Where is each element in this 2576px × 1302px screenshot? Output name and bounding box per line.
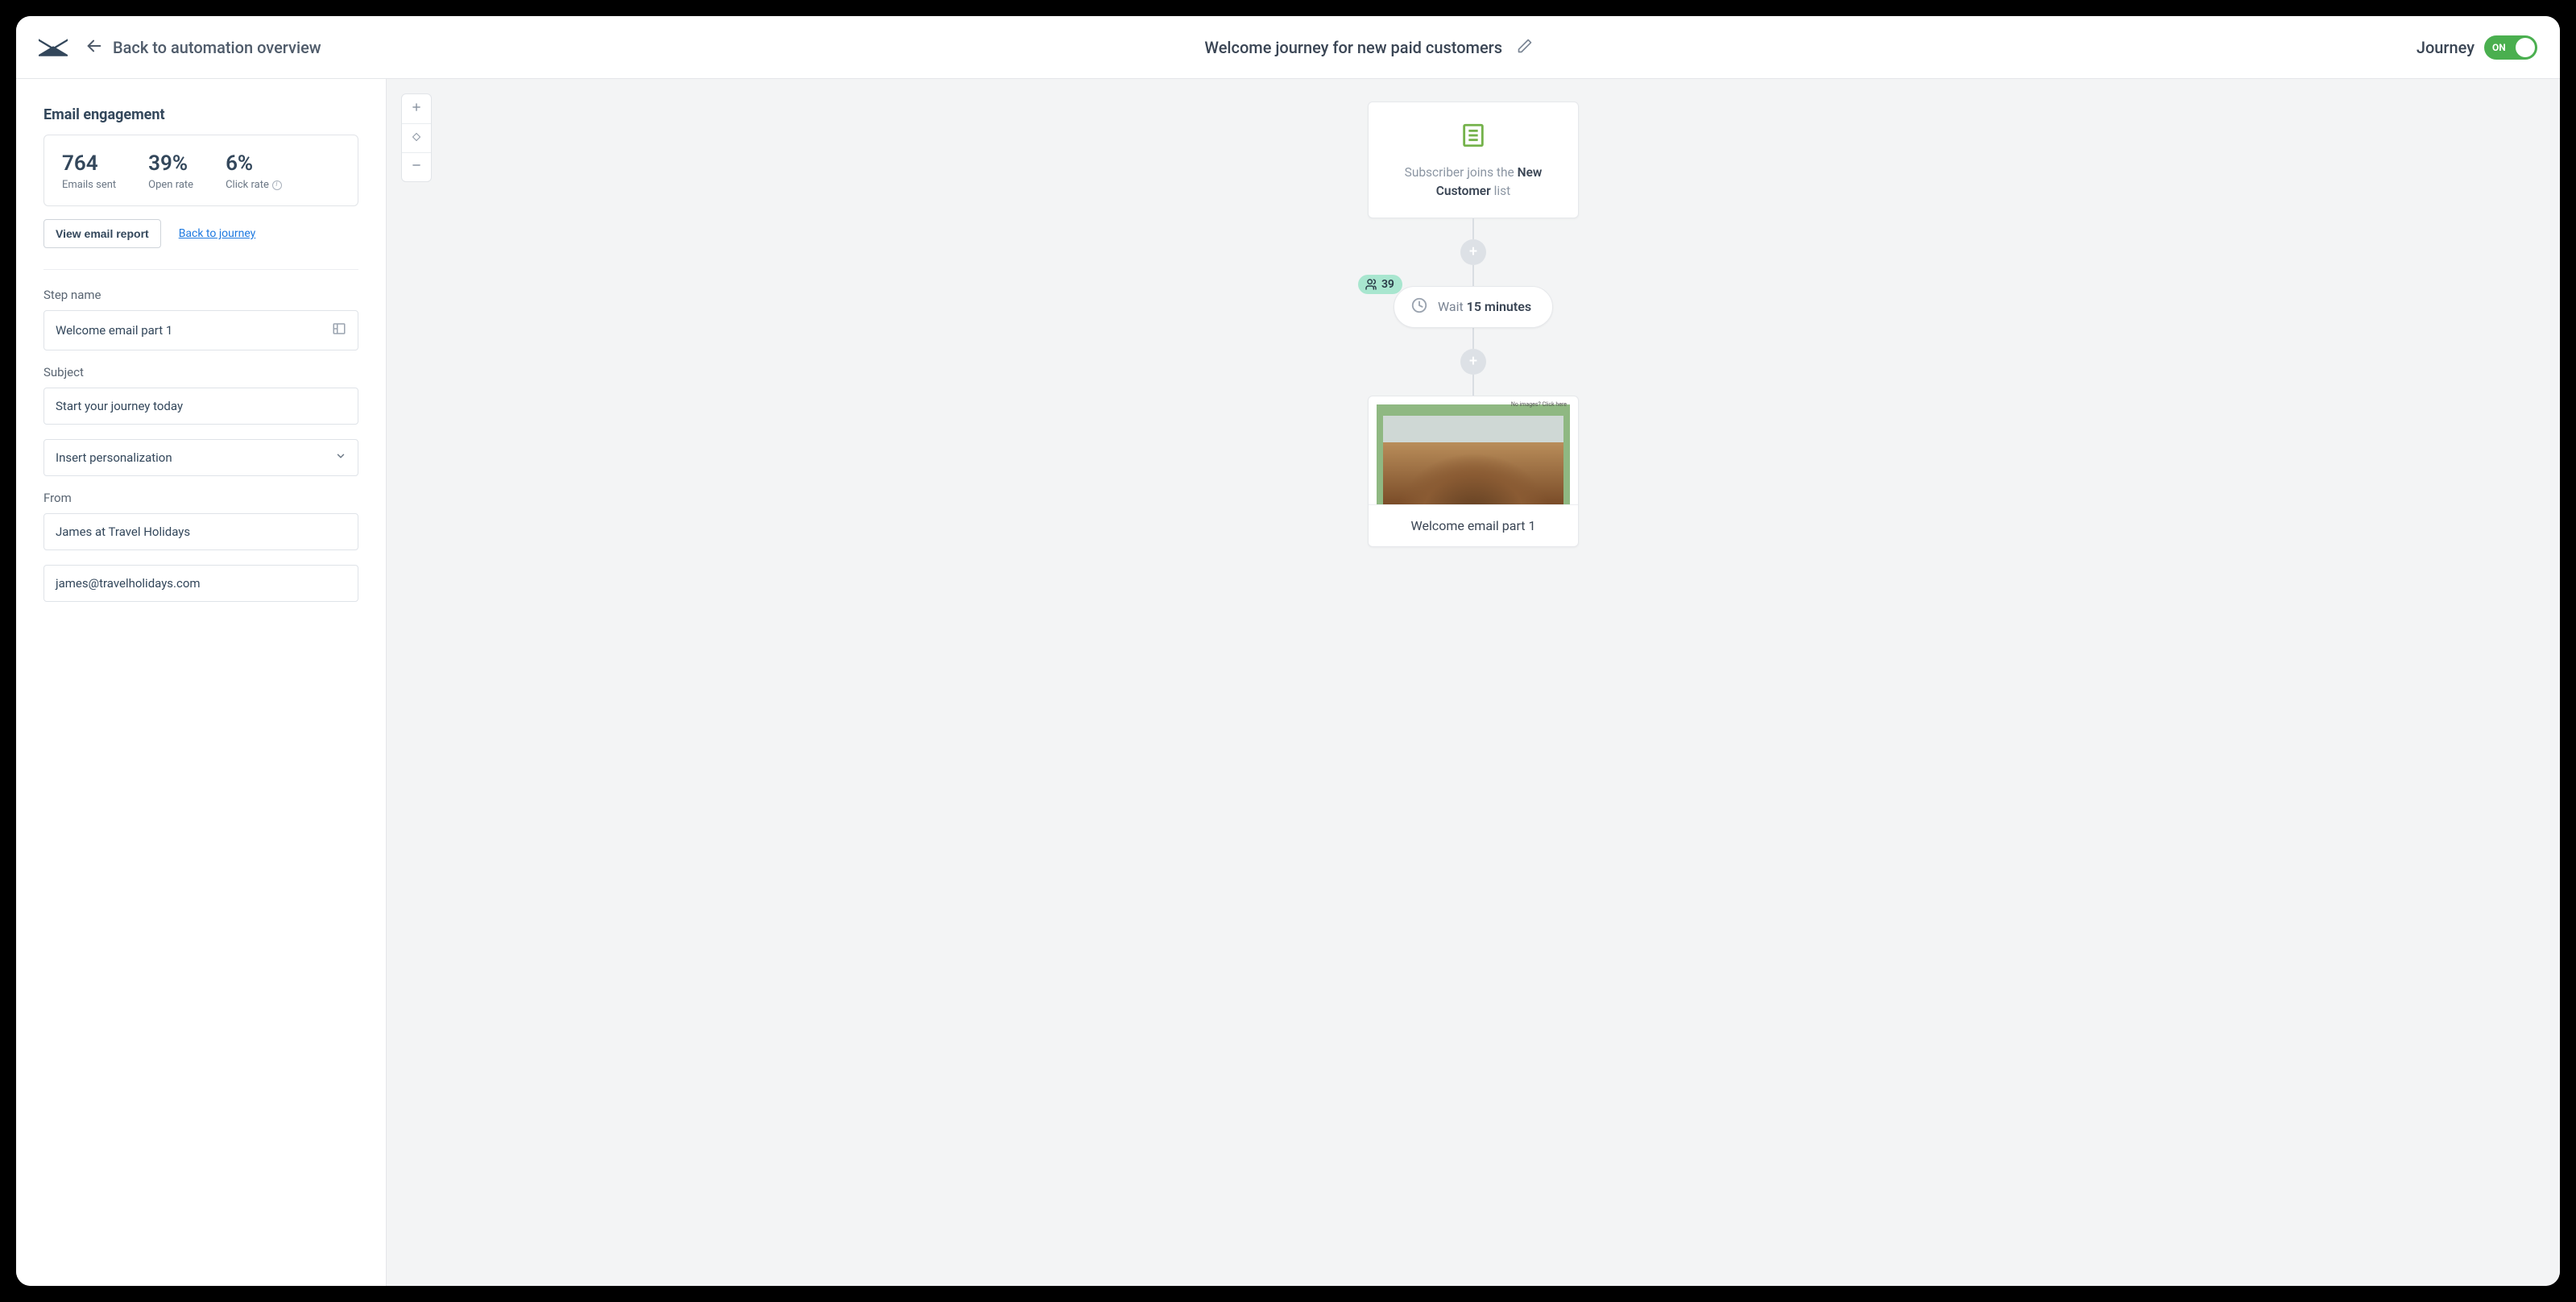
email-thumbnail: No images? Click here: [1369, 396, 1578, 504]
connector: [1472, 328, 1474, 349]
zoom-reset-button[interactable]: [402, 123, 431, 152]
zoom-out-button[interactable]: [402, 152, 431, 181]
input-value: James at Travel Holidays: [56, 525, 190, 539]
divider: [43, 269, 358, 270]
title-group: Welcome journey for new paid customers: [339, 38, 2399, 57]
toggle-knob: [2516, 38, 2535, 57]
input-value: Start your journey today: [56, 399, 183, 413]
app-window: Back to automation overview Welcome jour…: [16, 16, 2560, 1286]
waiting-count-badge[interactable]: 39: [1358, 275, 1402, 294]
trigger-text: Subscriber joins the New Customer list: [1385, 164, 1562, 201]
form-icon: [1460, 122, 1487, 152]
journey-flow: Subscriber joins the New Customer list +…: [1368, 102, 1579, 547]
toggle-state-text: ON: [2492, 42, 2506, 53]
badge-count: 39: [1381, 278, 1394, 291]
top-bar: Back to automation overview Welcome jour…: [16, 16, 2560, 79]
sidebar-panel: Email engagement 764 Emails sent 39% Ope…: [16, 79, 387, 1286]
back-to-journey-link[interactable]: Back to journey: [179, 227, 256, 240]
step-name-label: Step name: [43, 288, 358, 302]
sidebar-section-title: Email engagement: [43, 106, 358, 123]
stat-value: 6%: [226, 151, 282, 176]
input-value: james@travelholidays.com: [56, 576, 201, 591]
subject-label: Subject: [43, 365, 358, 379]
add-step-button[interactable]: +: [1460, 349, 1486, 375]
zoom-controls: [401, 93, 432, 182]
chevron-down-icon: [335, 450, 346, 465]
journey-title: Welcome journey for new paid customers: [1204, 38, 1502, 57]
stat-click-rate: 6% Click rate: [226, 151, 282, 191]
wait-text: Wait 15 minutes: [1438, 299, 1531, 314]
stat-label: Click rate: [226, 179, 282, 191]
brand-logo-icon: [39, 38, 68, 57]
stat-open-rate: 39% Open rate: [148, 151, 193, 191]
add-step-button[interactable]: +: [1460, 239, 1486, 265]
subject-input[interactable]: Start your journey today: [43, 388, 358, 425]
journey-toggle-label: Journey: [2417, 38, 2475, 57]
journey-toggle-group: Journey ON: [2417, 35, 2537, 60]
from-name-input[interactable]: James at Travel Holidays: [43, 513, 358, 550]
stat-value: 39%: [148, 151, 193, 176]
stat-emails-sent: 764 Emails sent: [62, 151, 116, 191]
connector: [1472, 375, 1474, 396]
back-button[interactable]: Back to automation overview: [85, 37, 321, 58]
edit-icon[interactable]: [1517, 38, 1533, 57]
journey-toggle[interactable]: ON: [2484, 35, 2537, 60]
email-node[interactable]: No images? Click here Welcome email part…: [1368, 396, 1579, 547]
insert-personalization-select[interactable]: Insert personalization: [43, 439, 358, 476]
input-value: Welcome email part 1: [56, 323, 172, 338]
from-email-input[interactable]: james@travelholidays.com: [43, 565, 358, 602]
view-email-report-button[interactable]: View email report: [43, 219, 161, 248]
select-value: Insert personalization: [56, 450, 172, 465]
back-label: Back to automation overview: [113, 38, 321, 57]
layout-icon: [332, 321, 346, 339]
clock-icon: [1410, 296, 1428, 317]
connector: [1472, 265, 1474, 286]
stat-label: Emails sent: [62, 179, 116, 191]
zoom-in-button[interactable]: [402, 94, 431, 123]
arrow-left-icon: [85, 37, 103, 58]
wait-node[interactable]: Wait 15 minutes: [1394, 286, 1553, 328]
trigger-node[interactable]: Subscriber joins the New Customer list: [1368, 102, 1579, 218]
engagement-stats-card: 764 Emails sent 39% Open rate 6% Click r…: [43, 135, 358, 206]
stat-label: Open rate: [148, 179, 193, 191]
stat-value: 764: [62, 151, 116, 176]
step-name-input[interactable]: Welcome email part 1: [43, 310, 358, 350]
people-icon: [1365, 278, 1377, 291]
from-label: From: [43, 491, 358, 505]
journey-canvas[interactable]: Subscriber joins the New Customer list +…: [387, 79, 2560, 1286]
email-node-caption: Welcome email part 1: [1369, 504, 1578, 546]
connector: [1472, 218, 1474, 239]
preview-no-images-text: No images? Click here: [1511, 401, 1567, 408]
info-icon[interactable]: [272, 180, 282, 190]
